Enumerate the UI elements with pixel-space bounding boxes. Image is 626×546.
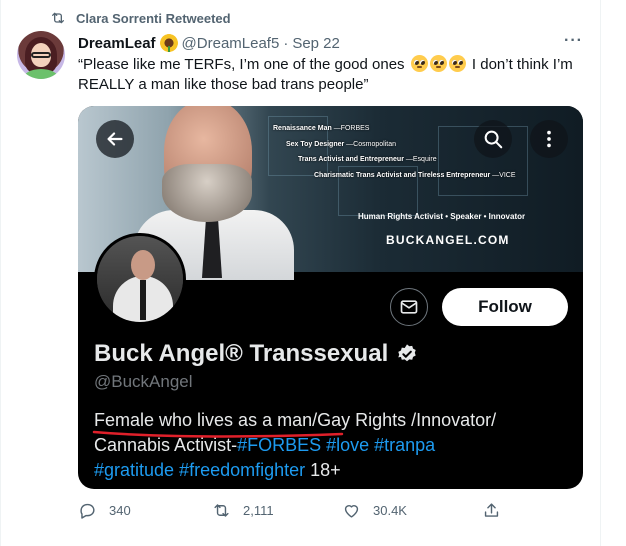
sunflower-icon	[159, 34, 178, 52]
more-options-icon[interactable]: ···	[564, 32, 583, 50]
search-icon	[484, 130, 503, 149]
author-avatar[interactable]	[17, 31, 65, 79]
timeline-border-right	[600, 0, 601, 546]
banner-caption-2: Sex Toy Designer —Cosmopolitan	[286, 141, 396, 148]
bio-hashtags-2[interactable]: #gratitude #freedomfighter	[94, 460, 305, 480]
follow-button[interactable]: Follow	[442, 288, 568, 326]
profile-handle: @BuckAngel	[94, 372, 193, 391]
envelope-icon	[400, 300, 418, 314]
message-button[interactable]	[390, 288, 428, 326]
more-vertical-icon	[547, 130, 551, 148]
banner-site: BUCKANGEL.COM	[386, 233, 510, 247]
back-arrow-icon	[107, 132, 123, 146]
banner-caption-4: Charismatic Trans Activist and Tireless …	[314, 172, 516, 179]
pleading-face-icon	[448, 55, 466, 72]
profile-avatar-head	[131, 250, 155, 280]
retweet-icon	[52, 12, 64, 24]
tweet-text: “Please like me TERFs, I’m one of the go…	[78, 55, 583, 95]
profile-avatar-tie	[140, 280, 146, 320]
like-count: 30.4K	[373, 503, 407, 518]
tweet-text-part1: “Please like me TERFs, I’m one of the go…	[78, 56, 405, 73]
profile-bio: Female who lives as a man/Gay Rights /In…	[94, 408, 564, 483]
reply-count: 340	[109, 503, 131, 518]
pleading-face-icon	[429, 55, 447, 72]
banner-caption-3: Trans Activist and Entrepreneur —Esquire	[298, 156, 437, 163]
tweet-media-image[interactable]: Renaissance Man —FORBES Sex Toy Designer…	[78, 106, 583, 489]
pleading-face-emojis	[410, 55, 466, 72]
retweet-icon	[214, 504, 229, 517]
search-button[interactable]	[474, 120, 512, 158]
banner-person-beard	[162, 164, 252, 222]
tweet-header: DreamLeaf @DreamLeaf5 · Sep 22	[78, 34, 340, 52]
like-action[interactable]: 30.4K	[342, 501, 407, 520]
author-handle[interactable]: @DreamLeaf5	[182, 35, 280, 52]
header-separator: ·	[283, 34, 289, 52]
author-name[interactable]: DreamLeaf	[78, 35, 156, 52]
back-button[interactable]	[96, 120, 134, 158]
retweet-label: Clara Sorrenti Retweeted	[76, 10, 231, 26]
avatar-glasses	[31, 52, 51, 58]
profile-avatar[interactable]	[94, 233, 186, 325]
share-action[interactable]	[482, 501, 501, 520]
bio-line-3-text: 18+	[305, 460, 341, 480]
timeline-border-left	[0, 0, 1, 546]
reply-icon	[80, 503, 95, 519]
profile-name-text: Buck Angel® Transsexual	[94, 340, 389, 367]
pleading-face-icon	[410, 55, 428, 72]
banner-caption-1: Renaissance Man —FORBES	[273, 125, 370, 132]
retweet-action[interactable]: 2,111	[212, 501, 274, 520]
banner-tagline: Human Rights Activist • Speaker • Innova…	[358, 212, 526, 221]
retweet-count: 2,111	[243, 503, 274, 518]
red-underline-annotation	[92, 430, 344, 438]
more-menu-button[interactable]	[530, 120, 568, 158]
share-icon	[484, 503, 499, 517]
heart-icon	[344, 505, 359, 518]
avatar-body	[23, 69, 59, 79]
bio-line-3: #gratitude #freedomfighter 18+	[94, 458, 564, 483]
retweet-context[interactable]: Clara Sorrenti Retweeted	[50, 10, 231, 26]
tweet-date[interactable]: Sep 22	[292, 35, 340, 52]
verified-badge-icon	[398, 344, 416, 362]
reply-action[interactable]: 340	[78, 501, 131, 520]
profile-name: Buck Angel® Transsexual	[94, 340, 418, 368]
tweet-actions: 340 2,111 30.4K	[78, 501, 583, 525]
